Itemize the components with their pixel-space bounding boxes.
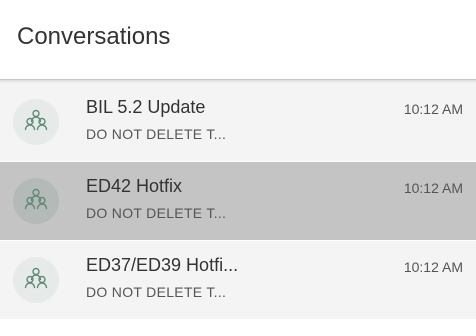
conversation-preview: DO NOT DELETE T... [86,126,227,142]
group-avatar [13,257,59,303]
conversation-title: BIL 5.2 Update [86,97,206,117]
conversation-preview: DO NOT DELETE T... [86,284,227,300]
group-avatar [13,99,59,145]
group-icon [24,188,48,215]
conversation-list: BIL 5.2 Update DO NOT DELETE T... 10:12 … [0,83,476,319]
conversation-time: 10:12 AM [403,101,463,117]
conversation-time: 10:12 AM [403,259,463,275]
conversations-panel: Conversations BIL 5.2 Update DO NOT DELE [0,0,476,336]
conversation-item[interactable]: ED37/ED39 Hotfi... DO NOT DELETE T... 10… [0,241,476,319]
conversation-title: ED37/ED39 Hotfi... [86,255,239,275]
group-avatar [13,178,59,224]
conversation-item-selected[interactable]: ED42 Hotfix DO NOT DELETE T... 10:12 AM [0,162,476,240]
page-title: Conversations [17,23,171,50]
conversation-item[interactable]: BIL 5.2 Update DO NOT DELETE T... 10:12 … [0,83,476,161]
conversation-time: 10:12 AM [403,180,463,196]
group-icon [24,267,48,294]
conversations-header: Conversations [0,0,476,80]
conversation-title: ED42 Hotfix [86,176,183,196]
conversation-preview: DO NOT DELETE T... [86,205,227,221]
group-icon [24,109,48,136]
